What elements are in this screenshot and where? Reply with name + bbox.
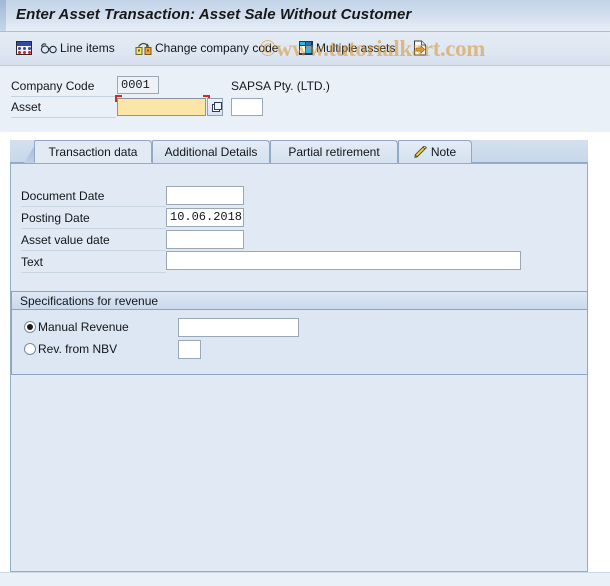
asset-value-help-button[interactable] (207, 98, 223, 116)
grid-icon (299, 41, 313, 55)
company-code-label-underline (11, 96, 116, 97)
asset-label-underline (11, 117, 116, 118)
text-label-underline (21, 272, 166, 273)
posting-date-underline (21, 228, 166, 229)
posting-date-label: Posting Date (21, 211, 90, 225)
toolbar-button-line-items[interactable]: Line items (38, 35, 117, 61)
company-name-text: SAPSA Pty. (LTD.) (231, 79, 330, 93)
asset-label: Asset (11, 100, 42, 114)
radio-rev-from-nbv[interactable] (24, 343, 36, 355)
report-icon (16, 41, 32, 55)
tab-note-label: Note (430, 145, 457, 159)
tab-strip: Transaction data Additional Details Part… (10, 140, 588, 164)
toolbar-button-report[interactable] (14, 35, 37, 61)
tab-partial-retirement[interactable]: Partial retirement (270, 140, 398, 163)
asset-value-date-label: Asset value date (21, 233, 110, 247)
toolbar-button-line-items-label: Line items (60, 41, 115, 55)
pencil-icon (414, 144, 428, 159)
tab-partial-retirement-label: Partial retirement (288, 145, 380, 159)
glasses-icon (40, 41, 57, 55)
tab-transaction-data-label: Transaction data (48, 144, 138, 159)
application-toolbar: Line items Change company code Multiple … (0, 32, 610, 66)
radio-manual-revenue-label: Manual Revenue (38, 320, 129, 334)
company-code-field[interactable]: 0001 (117, 76, 159, 94)
asset-value-date-input[interactable] (166, 230, 244, 249)
tab-additional-details[interactable]: Additional Details (152, 140, 270, 163)
document-date-input[interactable] (166, 186, 244, 205)
toolbar-button-change-company-code[interactable]: Change company code (133, 35, 280, 61)
text-input[interactable] (166, 251, 521, 270)
toolbar-button-multiple-assets[interactable]: Multiple assets (297, 35, 397, 61)
asset-input[interactable] (117, 98, 206, 116)
radio-rev-from-nbv-label: Rev. from NBV (38, 342, 118, 356)
specifications-for-revenue-title: Specifications for revenue (20, 294, 159, 308)
toolbar-button-change-company-code-label: Change company code (155, 41, 279, 55)
change-company-code-icon (135, 41, 152, 56)
toolbar-button-multiple-assets-label: Multiple assets (316, 41, 396, 55)
header-fields-area: Company Code 0001 SAPSA Pty. (LTD.) Asse… (0, 66, 610, 132)
asset-subnumber-input[interactable] (231, 98, 263, 116)
rev-from-nbv-input[interactable] (178, 340, 201, 359)
tab-note[interactable]: Note (398, 140, 472, 163)
radio-manual-revenue[interactable] (24, 321, 36, 333)
title-bar-accent (0, 0, 6, 31)
window-title-bar: Enter Asset Transaction: Asset Sale With… (0, 0, 610, 32)
status-bar (0, 572, 610, 586)
toolbar-button-document[interactable] (411, 35, 432, 61)
manual-revenue-input[interactable] (178, 318, 299, 337)
tab-additional-details-label: Additional Details (164, 145, 258, 159)
page-title: Enter Asset Transaction: Asset Sale With… (16, 6, 412, 23)
document-date-underline (21, 206, 166, 207)
tab-transaction-data[interactable]: Transaction data (34, 140, 152, 163)
document-arrow-icon (413, 40, 427, 56)
document-date-label: Document Date (21, 189, 105, 203)
text-label: Text (21, 255, 44, 269)
company-code-label: Company Code (11, 79, 95, 93)
posting-date-input[interactable]: 10.06.2018 (166, 208, 244, 227)
asset-value-date-underline (21, 250, 166, 251)
